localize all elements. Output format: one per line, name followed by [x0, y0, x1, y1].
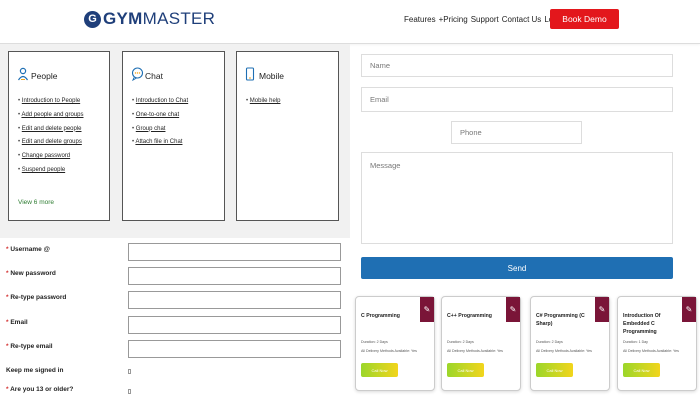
- help-link[interactable]: One-to-one chat: [132, 112, 188, 118]
- site-header: G GYMMASTER Features +Pricing Support Co…: [0, 0, 700, 44]
- help-link[interactable]: Introduction to People: [18, 98, 84, 104]
- retype-password-label: * Re-type password: [6, 294, 67, 301]
- course-duration: Duration: 2 Days: [447, 340, 474, 344]
- main-nav: Features +Pricing Support Contact Us Log…: [404, 15, 564, 24]
- nav-contact-us[interactable]: Contact Us: [502, 15, 542, 24]
- course-title: C++ Programming: [447, 313, 492, 319]
- book-demo-button[interactable]: Book Demo: [550, 9, 619, 29]
- course-delivery: All Delivery Methods Available: Yes: [623, 349, 679, 353]
- help-link[interactable]: Mobile help: [246, 98, 281, 104]
- help-card-title: Mobile: [259, 71, 285, 81]
- keep-signed-in-label: Keep me signed in: [6, 367, 64, 374]
- username-input[interactable]: [128, 243, 341, 261]
- contact-message-textarea[interactable]: Message: [361, 152, 673, 244]
- help-card-chat: Chat Introduction to Chat One-to-one cha…: [122, 51, 225, 221]
- retype-email-input[interactable]: [128, 340, 341, 358]
- chat-bubble-icon: [131, 67, 144, 81]
- course-card-cpp[interactable]: ✎ C++ Programming Duration: 2 Days All D…: [441, 296, 521, 391]
- help-card-title: Chat: [145, 71, 163, 81]
- logo-wordmark: GYMMASTER: [103, 9, 216, 28]
- nav-features[interactable]: Features: [404, 15, 436, 24]
- help-link[interactable]: Group chat: [132, 126, 188, 132]
- username-label: * Username @: [6, 246, 50, 253]
- email-input[interactable]: [128, 316, 341, 334]
- course-delivery: All Delivery Methods Available: Yes: [536, 349, 592, 353]
- nav-pricing[interactable]: +Pricing: [439, 15, 468, 24]
- certificate-icon: ✎: [595, 297, 609, 322]
- contact-phone-input[interactable]: Phone: [451, 121, 582, 144]
- course-card-embedded-c[interactable]: ✎ Introduction Of Embedded C Programming…: [617, 296, 697, 391]
- course-duration: Duration: 2 Days: [536, 340, 563, 344]
- keep-signed-in-checkbox[interactable]: [128, 369, 131, 374]
- certificate-icon: ✎: [682, 297, 696, 322]
- email-label: * Email: [6, 319, 28, 326]
- help-link[interactable]: Attach file in Chat: [132, 139, 188, 145]
- help-card-links: Introduction to People Add people and gr…: [18, 98, 84, 181]
- course-delivery: All Delivery Methods Available: Yes: [447, 349, 503, 353]
- certificate-icon: ✎: [506, 297, 520, 322]
- course-title: C# Programming (C Sharp): [536, 313, 585, 327]
- help-link[interactable]: Add people and groups: [18, 112, 83, 118]
- call-now-button[interactable]: Call Now: [361, 363, 398, 377]
- help-link[interactable]: Suspend people: [18, 167, 84, 173]
- new-password-input[interactable]: [128, 267, 341, 285]
- help-card-links: Mobile help: [246, 98, 281, 112]
- new-password-label: * New password: [6, 270, 56, 277]
- course-duration: Duration: 2 Days: [361, 340, 388, 344]
- age-checkbox[interactable]: [128, 389, 131, 394]
- help-card-title: People: [31, 71, 58, 81]
- person-icon: [17, 67, 29, 81]
- help-card-people: People Introduction to People Add people…: [8, 51, 110, 221]
- course-duration: Duration: 1 Day: [623, 340, 648, 344]
- age-question-label: * Are you 13 or older?: [6, 386, 74, 393]
- retype-password-input[interactable]: [128, 291, 341, 309]
- retype-email-label: * Re-type email: [6, 343, 53, 350]
- send-button[interactable]: Send: [361, 257, 673, 279]
- help-link[interactable]: Change password: [18, 153, 84, 159]
- gymmaster-logo[interactable]: G GYMMASTER: [84, 9, 215, 29]
- call-now-button[interactable]: Call Now: [536, 363, 573, 377]
- call-now-button[interactable]: Call Now: [447, 363, 484, 377]
- course-title: Introduction Of Embedded C Programming: [623, 313, 661, 335]
- course-card-csharp[interactable]: ✎ C# Programming (C Sharp) Duration: 2 D…: [530, 296, 610, 391]
- course-title: C Programming: [361, 313, 400, 319]
- help-link[interactable]: Edit and delete groups: [18, 139, 84, 145]
- logo-g-icon: G: [84, 10, 101, 28]
- course-delivery: All Delivery Methods Available: Yes: [361, 349, 417, 353]
- call-now-button[interactable]: Call Now: [623, 363, 660, 377]
- help-card-mobile: Mobile Mobile help: [236, 51, 339, 221]
- nav-support[interactable]: Support: [471, 15, 499, 24]
- view-more-link[interactable]: View 6 more: [18, 199, 54, 206]
- course-card-c[interactable]: ✎ C Programming Duration: 2 Days All Del…: [355, 296, 435, 391]
- help-card-links: Introduction to Chat One-to-one chat Gro…: [132, 98, 188, 153]
- contact-name-input[interactable]: Name: [361, 54, 673, 77]
- help-link[interactable]: Edit and delete people: [18, 126, 84, 132]
- certificate-icon: ✎: [420, 297, 434, 322]
- contact-email-input[interactable]: Email: [361, 87, 673, 112]
- help-link[interactable]: Introduction to Chat: [132, 98, 188, 104]
- mobile-phone-icon: [245, 67, 255, 81]
